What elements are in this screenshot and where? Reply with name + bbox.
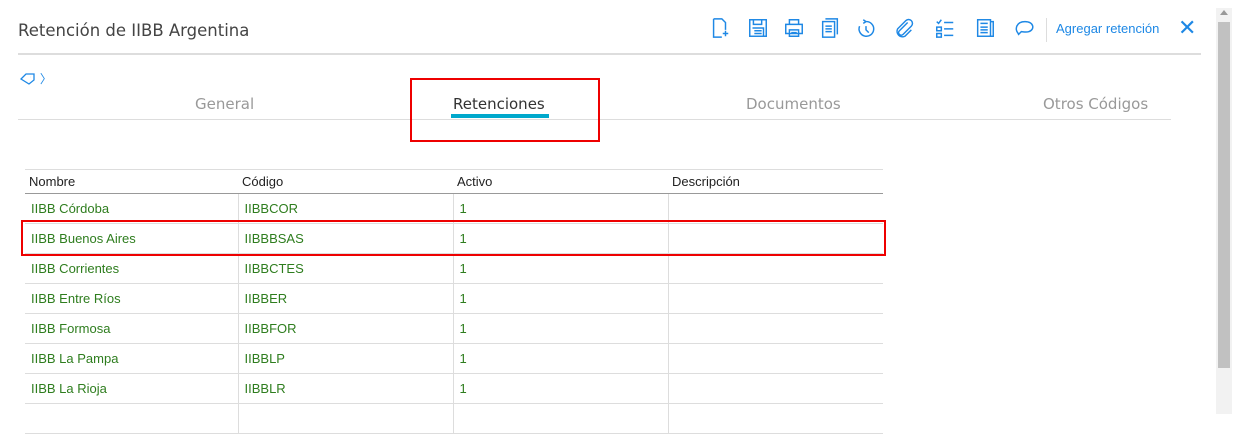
cell-activo[interactable]: 1: [452, 373, 668, 404]
attachment-icon[interactable]: [892, 16, 916, 40]
tag-icon[interactable]: [19, 73, 36, 86]
table-row[interactable]: IIBB Entre Ríos IIBBER 1: [25, 283, 883, 314]
breadcrumb: 〉: [19, 70, 52, 87]
toolbar-divider: [1046, 18, 1047, 42]
comment-icon[interactable]: [1013, 16, 1037, 40]
page-title: Retención de IIBB Argentina: [18, 21, 250, 40]
column-header-nombre[interactable]: Nombre: [25, 169, 238, 194]
column-header-descripcion[interactable]: Descripción: [668, 169, 883, 194]
table-row[interactable]: IIBB La Pampa IIBBLP 1: [25, 343, 883, 374]
table-row[interactable]: [25, 403, 883, 434]
close-icon[interactable]: ✕: [1178, 15, 1196, 41]
cell-nombre[interactable]: IIBB La Rioja: [25, 373, 238, 404]
add-retention-button[interactable]: Agregar retención: [1056, 21, 1159, 36]
save-icon[interactable]: [746, 16, 770, 40]
highlight-box: [410, 78, 600, 142]
table-row[interactable]: IIBB Córdoba IIBBCOR 1: [25, 193, 883, 224]
cell-nombre[interactable]: IIBB Formosa: [25, 313, 238, 344]
checklist-icon[interactable]: [933, 16, 957, 40]
tab-documentos[interactable]: Documentos: [746, 95, 841, 113]
cell-codigo[interactable]: IIBBLR: [237, 373, 453, 404]
column-header-codigo[interactable]: Código: [238, 169, 453, 194]
new-document-icon[interactable]: [708, 16, 732, 40]
tab-otros-codigos[interactable]: Otros Códigos: [1043, 95, 1148, 113]
scrollbar[interactable]: [1216, 8, 1232, 414]
table-row[interactable]: IIBB Formosa IIBBFOR 1: [25, 313, 883, 344]
cell-descripcion[interactable]: [667, 373, 883, 404]
tab-general[interactable]: General: [195, 95, 254, 113]
cell-activo[interactable]: 1: [452, 343, 668, 374]
header-divider: [18, 53, 1201, 55]
cell-activo[interactable]: 1: [452, 283, 668, 314]
cell-descripcion[interactable]: [667, 403, 883, 434]
scroll-up-icon[interactable]: [1220, 10, 1228, 15]
table-row[interactable]: IIBB La Rioja IIBBLR 1: [25, 373, 883, 404]
column-header-activo[interactable]: Activo: [453, 169, 668, 194]
scrollbar-thumb[interactable]: [1218, 22, 1230, 368]
print-icon[interactable]: [782, 16, 806, 40]
cell-codigo[interactable]: IIBBFOR: [237, 313, 453, 344]
cell-codigo[interactable]: IIBBCTES: [237, 253, 453, 284]
cell-descripcion[interactable]: [667, 253, 883, 284]
table-row[interactable]: IIBB Corrientes IIBBCTES 1: [25, 253, 883, 284]
cell-nombre[interactable]: [25, 403, 238, 434]
retentions-table: Nombre Código Activo Descripción IIBB Có…: [25, 169, 883, 434]
copy-icon[interactable]: [818, 16, 842, 40]
cell-descripcion[interactable]: [667, 283, 883, 314]
cell-codigo[interactable]: IIBBCOR: [237, 193, 453, 224]
cell-nombre[interactable]: IIBB Entre Ríos: [25, 283, 238, 314]
cell-activo[interactable]: 1: [452, 193, 668, 224]
breadcrumb-chevron-icon: 〉: [39, 72, 52, 86]
cell-descripcion[interactable]: [667, 313, 883, 344]
cell-codigo[interactable]: [237, 403, 453, 434]
cell-codigo[interactable]: IIBBER: [237, 283, 453, 314]
cell-nombre[interactable]: IIBB Córdoba: [25, 193, 238, 224]
cell-descripcion[interactable]: [667, 343, 883, 374]
cell-codigo[interactable]: IIBBLP: [237, 343, 453, 374]
history-icon[interactable]: [854, 16, 878, 40]
cell-descripcion[interactable]: [667, 193, 883, 224]
cell-nombre[interactable]: IIBB La Pampa: [25, 343, 238, 374]
cell-activo[interactable]: 1: [452, 253, 668, 284]
cell-nombre[interactable]: IIBB Corrientes: [25, 253, 238, 284]
report-icon[interactable]: [973, 16, 997, 40]
cell-activo[interactable]: [452, 403, 668, 434]
cell-activo[interactable]: 1: [452, 313, 668, 344]
highlight-row-box: [21, 220, 886, 256]
